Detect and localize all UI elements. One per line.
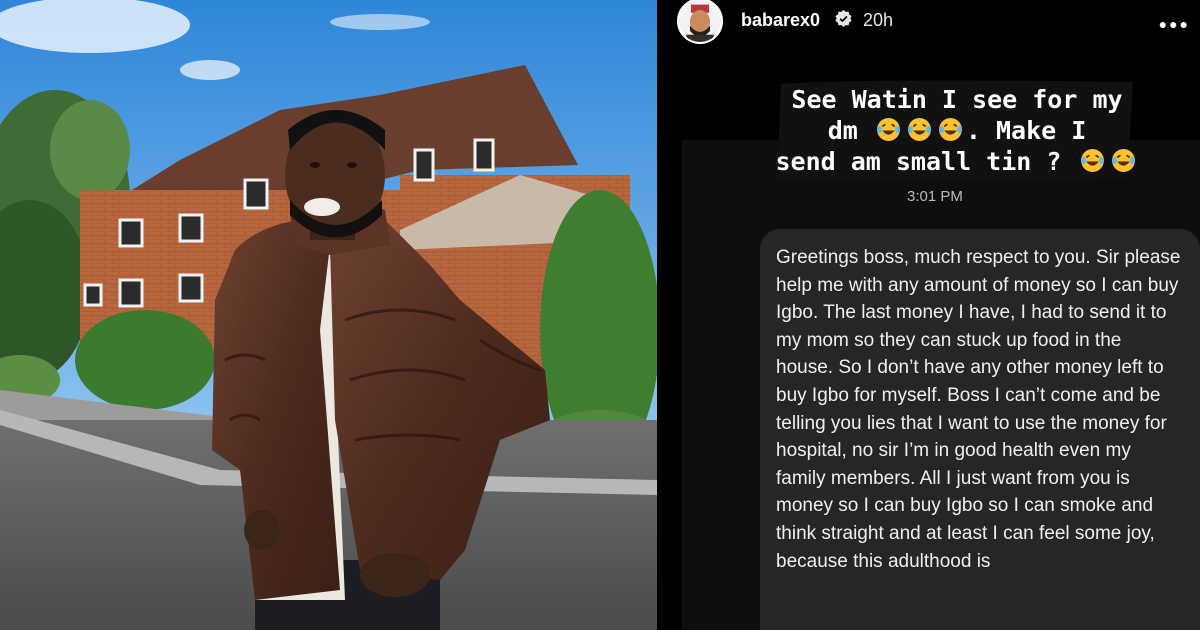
more-options-icon[interactable]: ●●● [1159,16,1190,32]
caption-line-1: See Watin I see for my [791,85,1123,114]
verified-badge-icon [835,10,852,27]
caption-line-2-end: . Make I [965,116,1087,145]
laughing-tears-emoji [907,118,931,141]
photo-panel [0,0,657,630]
laughing-tears-emoji [938,118,962,141]
caption-line-3: send am small tin ? [757,146,1157,177]
message-text: Greetings boss, much respect to you. Sir… [776,247,1181,572]
profile-avatar[interactable] [677,0,723,44]
laughing-tears-emoji [1111,149,1135,172]
caption-line-2-start: dm [827,116,858,145]
caption-line-2: dm . Make I [757,115,1157,146]
story-caption: See Watin I see for my dm . Make I send … [757,84,1157,177]
man-in-leather-jacket-photo [0,0,657,630]
caption-line-3-text: send am small tin ? [775,147,1062,176]
avatar-image [679,0,721,42]
laughing-tears-emoji [876,118,900,141]
post-timestamp: 20h [863,10,894,30]
laughing-tears-emoji [1080,149,1104,172]
message-timestamp: 3:01 PM [907,188,963,205]
username[interactable]: babarex0 [741,10,820,31]
